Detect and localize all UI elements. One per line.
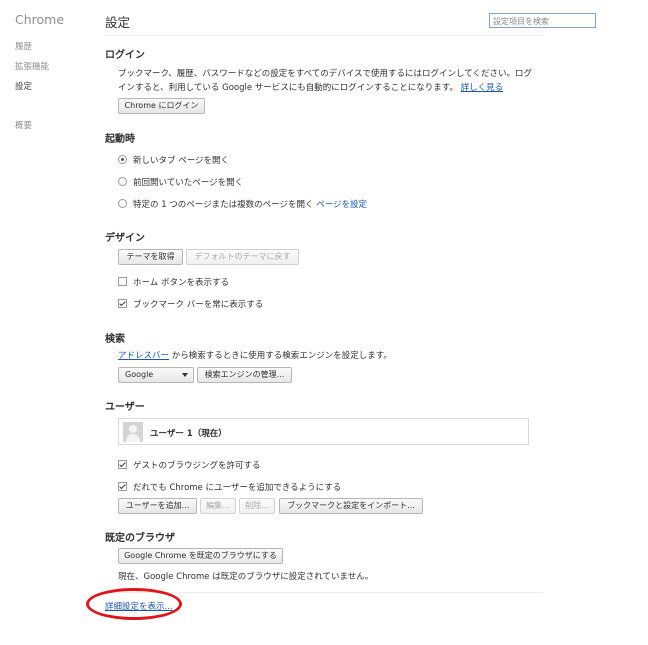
login-description-line2: インすると、利用している Google サービスにも自動的にログインすることにな… (118, 81, 503, 93)
default-browser-status: 現在、Google Chrome は既定のブラウザに設定されていません。 (118, 572, 374, 582)
sidebar-item-extensions[interactable]: 拡張機能 (15, 62, 49, 82)
show-home-button-checkbox[interactable] (118, 277, 127, 286)
reset-theme-button[interactable]: デフォルトのテーマに戻す (186, 249, 299, 265)
anyone-add-user-checkbox[interactable] (118, 482, 127, 491)
learn-more-link[interactable]: 詳しく見る (461, 83, 504, 93)
sidebar-item-settings[interactable]: 設定 (15, 82, 49, 102)
section-title-login: ログイン (105, 50, 145, 61)
page-title: 設定 (105, 15, 131, 30)
section-title-search: 検索 (105, 334, 125, 345)
show-bookmarks-bar-checkbox[interactable] (118, 299, 127, 308)
sidebar-nav: 履歴 拡張機能 設定 概要 (15, 42, 49, 141)
brand-title: Chrome (15, 12, 65, 27)
delete-user-button[interactable]: 削除... (239, 498, 275, 514)
anyone-add-user-label: だれでも Chrome にユーザーを追加できるようにする (133, 483, 342, 493)
section-title-default-browser: 既定のブラウザ (105, 533, 175, 544)
search-description-text: から検索するときに使用する検索エンジンを設定します。 (169, 351, 392, 361)
current-user-name: ユーザー 1（現在） (150, 429, 227, 439)
set-pages-link[interactable]: ページを設定 (316, 200, 367, 210)
search-description: アドレスバー から検索するときに使用する検索エンジンを設定します。 (118, 349, 392, 361)
edit-user-button[interactable]: 編集... (200, 498, 236, 514)
chrome-login-button[interactable]: Chrome にログイン (118, 98, 205, 114)
search-engine-select[interactable]: Google (118, 367, 194, 383)
radio-new-tab[interactable] (118, 155, 127, 164)
guest-browsing-checkbox[interactable] (118, 460, 127, 469)
import-bookmarks-button[interactable]: ブックマークと設定をインポート... (279, 498, 423, 514)
section-title-design: デザイン (105, 233, 145, 244)
user-avatar-icon (123, 422, 143, 442)
omnibox-link[interactable]: アドレスバー (118, 351, 169, 361)
specific-pages-text: 特定の 1 つのページまたは複数のページを開く (133, 200, 314, 210)
add-user-button[interactable]: ユーザーを追加... (118, 498, 197, 514)
search-engine-selected: Google (125, 370, 154, 379)
show-home-button-label: ホーム ボタンを表示する (133, 278, 229, 288)
avatar-body (126, 434, 140, 442)
section-title-users: ユーザー (105, 402, 145, 413)
radio-specific-pages-label: 特定の 1 つのページまたは複数のページを開く ページを設定 (133, 198, 367, 210)
settings-search-input[interactable]: 設定項目を検索 (489, 13, 596, 28)
guest-browsing-label: ゲストのブラウジングを許可する (133, 461, 261, 471)
user-list-item[interactable]: ユーザー 1（現在） (118, 418, 529, 445)
highlight-annotation (86, 588, 182, 620)
show-bookmarks-bar-label: ブックマーク バーを常に表示する (133, 300, 264, 310)
radio-continue-label: 前回開いていたページを開く (133, 178, 244, 188)
login-description-line1: ブックマーク、履歴、パスワードなどの設定をすべてのデバイスで使用するにはログイン… (118, 69, 533, 79)
make-default-browser-button[interactable]: Google Chrome を既定のブラウザにする (118, 548, 283, 564)
radio-new-tab-label: 新しいタブ ページを開く (133, 156, 230, 166)
radio-specific-pages[interactable] (118, 199, 127, 208)
chevron-down-icon (182, 373, 188, 377)
header-divider (105, 35, 543, 36)
sidebar: Chrome 履歴 拡張機能 設定 概要 (0, 0, 90, 645)
get-themes-button[interactable]: テーマを取得 (118, 249, 183, 265)
sidebar-item-history[interactable]: 履歴 (15, 42, 49, 62)
sidebar-item-about[interactable]: 概要 (15, 121, 49, 141)
avatar-head (129, 425, 137, 433)
login-description-text: インすると、利用している Google サービスにも自動的にログインすることにな… (118, 83, 458, 93)
section-title-startup: 起動時 (105, 134, 135, 145)
radio-continue[interactable] (118, 177, 127, 186)
manage-search-engines-button[interactable]: 検索エンジンの管理... (197, 367, 292, 383)
